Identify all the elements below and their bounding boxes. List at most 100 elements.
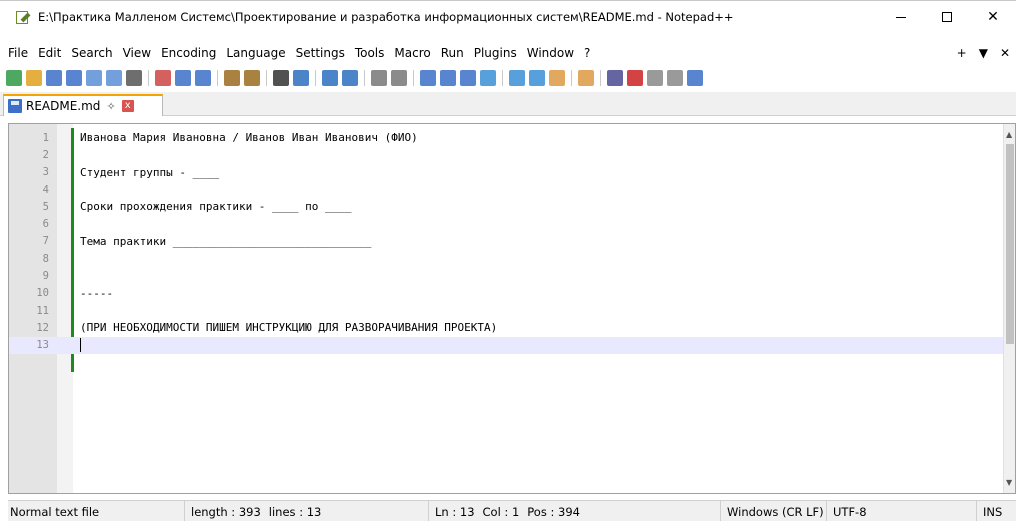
line-number: 13 — [36, 339, 49, 352]
menu-window[interactable]: Window — [522, 46, 579, 60]
save-all-icon[interactable] — [66, 70, 82, 86]
editor-line[interactable]: 6 — [9, 215, 1004, 232]
toolbar-separator — [413, 70, 414, 86]
line-number: 8 — [42, 252, 49, 265]
replace-icon[interactable] — [293, 70, 309, 86]
text-area[interactable]: 1 Иванова Мария Ивановна / Иванов Иван Ив… — [9, 129, 1004, 354]
function-list-icon[interactable] — [529, 70, 545, 86]
word-wrap-icon[interactable] — [420, 70, 436, 86]
saved-file-icon — [8, 99, 22, 113]
run-macro-multiple-icon[interactable] — [667, 70, 683, 86]
cut-icon[interactable] — [155, 70, 171, 86]
text-caret — [80, 338, 81, 353]
save-macro-icon[interactable] — [687, 70, 703, 86]
status-bar: Normal text file length : 393 lines : 13… — [8, 500, 1016, 521]
line-text[interactable]: Сроки прохождения практики - ____ по ___… — [80, 200, 352, 213]
pin-icon[interactable]: ✧ — [106, 100, 115, 113]
status-insert-mode: INS — [976, 501, 1002, 521]
menu-language[interactable]: Language — [221, 46, 290, 60]
show-all-chars-icon[interactable] — [440, 70, 456, 86]
menu-help[interactable]: ? — [579, 46, 595, 60]
menu-search[interactable]: Search — [66, 46, 117, 60]
line-text[interactable]: Тема практики __________________________… — [80, 235, 371, 248]
menu-tools[interactable]: Tools — [350, 46, 390, 60]
editor-line[interactable]: 11 — [9, 302, 1004, 319]
tab-label: README.md — [26, 99, 101, 113]
save-icon[interactable] — [46, 70, 62, 86]
scroll-up-icon[interactable]: ▲ — [1006, 130, 1012, 139]
menu-settings[interactable]: Settings — [291, 46, 350, 60]
tab-list-button[interactable]: ▼ — [979, 46, 988, 60]
menu-edit[interactable]: Edit — [33, 46, 66, 60]
editor-line[interactable]: 7 Тема практики _________________________… — [9, 233, 1004, 250]
menu-macro[interactable]: Macro — [389, 46, 435, 60]
editor-pane[interactable]: 1 Иванова Мария Ивановна / Иванов Иван Ив… — [8, 123, 1016, 494]
folder-workspace-icon[interactable] — [549, 70, 565, 86]
status-position: Ln : 13 Col : 1 Pos : 394 — [428, 501, 580, 521]
close-icon[interactable] — [86, 70, 102, 86]
editor-line[interactable]: 3 Студент группы - ____ — [9, 164, 1004, 181]
sync-vertical-icon[interactable] — [371, 70, 387, 86]
status-col: Col : 1 — [482, 504, 520, 519]
find-icon[interactable] — [273, 70, 289, 86]
zoom-in-icon[interactable] — [322, 70, 338, 86]
record-macro-icon[interactable] — [607, 70, 623, 86]
editor-line[interactable]: 9 — [9, 267, 1004, 284]
editor-line[interactable]: 1 Иванова Мария Ивановна / Иванов Иван Ив… — [9, 129, 1004, 146]
language-icon[interactable] — [480, 70, 496, 86]
undo-icon[interactable] — [224, 70, 240, 86]
monitoring-icon[interactable] — [578, 70, 594, 86]
minimize-icon — [896, 16, 906, 18]
editor-line[interactable]: 4 — [9, 181, 1004, 198]
tab-close-icon[interactable]: x — [121, 100, 134, 112]
menu-encoding[interactable]: Encoding — [156, 46, 221, 60]
doc-map-icon[interactable] — [509, 70, 525, 86]
sync-horizontal-icon[interactable] — [391, 70, 407, 86]
print-icon[interactable] — [126, 70, 142, 86]
line-text[interactable]: ----- — [80, 287, 113, 300]
menu-run[interactable]: Run — [436, 46, 469, 60]
menu-file[interactable]: File — [0, 46, 33, 60]
copy-icon[interactable] — [175, 70, 191, 86]
scrollbar-thumb[interactable] — [1006, 144, 1014, 344]
maximize-button[interactable] — [924, 1, 970, 33]
add-tab-button[interactable]: + — [957, 46, 967, 60]
toolbar-separator — [364, 70, 365, 86]
editor-line[interactable]: 10 ----- — [9, 285, 1004, 302]
line-number: 2 — [42, 148, 49, 161]
open-file-icon[interactable] — [26, 70, 42, 86]
redo-icon[interactable] — [244, 70, 260, 86]
indent-guide-icon[interactable] — [460, 70, 476, 86]
line-number: 10 — [36, 287, 49, 300]
editor-line[interactable]: 8 — [9, 250, 1004, 267]
window-title: E:\Практика Малленом Системс\Проектирова… — [38, 9, 734, 24]
scroll-down-icon[interactable]: ▼ — [1006, 478, 1012, 487]
close-doc-button[interactable]: ✕ — [1000, 46, 1010, 60]
line-text[interactable]: Иванова Мария Ивановна / Иванов Иван Ива… — [80, 131, 418, 144]
stop-macro-icon[interactable] — [627, 70, 643, 86]
toolbar-separator — [266, 70, 267, 86]
toolbar-separator — [571, 70, 572, 86]
paste-icon[interactable] — [195, 70, 211, 86]
menu-plugins[interactable]: Plugins — [469, 46, 522, 60]
status-encoding[interactable]: UTF-8 — [826, 501, 867, 521]
vertical-scrollbar[interactable]: ▲ ▼ — [1003, 124, 1015, 493]
line-text[interactable]: (ПРИ НЕОБХОДИМОСТИ ПИШЕМ ИНСТРУКЦИЮ ДЛЯ … — [80, 321, 497, 334]
editor-line[interactable]: 13 — [9, 336, 1004, 354]
notepadpp-app-icon[interactable] — [16, 9, 32, 25]
close-window-button[interactable]: ✕ — [970, 1, 1016, 33]
line-number: 3 — [42, 166, 49, 179]
play-macro-icon[interactable] — [647, 70, 663, 86]
menu-view[interactable]: View — [118, 46, 156, 60]
line-text[interactable]: Студент группы - ____ — [80, 166, 219, 179]
minimize-button[interactable] — [878, 1, 924, 33]
tab-readme[interactable]: README.md ✧ x — [3, 94, 163, 116]
zoom-out-icon[interactable] — [342, 70, 358, 86]
editor-line[interactable]: 12 (ПРИ НЕОБХОДИМОСТИ ПИШЕМ ИНСТРУКЦИЮ ДЛ… — [9, 319, 1004, 336]
editor-line[interactable]: 2 — [9, 146, 1004, 163]
close-all-icon[interactable] — [106, 70, 122, 86]
toolbar-separator — [315, 70, 316, 86]
editor-line[interactable]: 5 Сроки прохождения практики - ____ по __… — [9, 198, 1004, 215]
new-file-icon[interactable] — [6, 70, 22, 86]
status-eol[interactable]: Windows (CR LF) — [720, 501, 824, 521]
